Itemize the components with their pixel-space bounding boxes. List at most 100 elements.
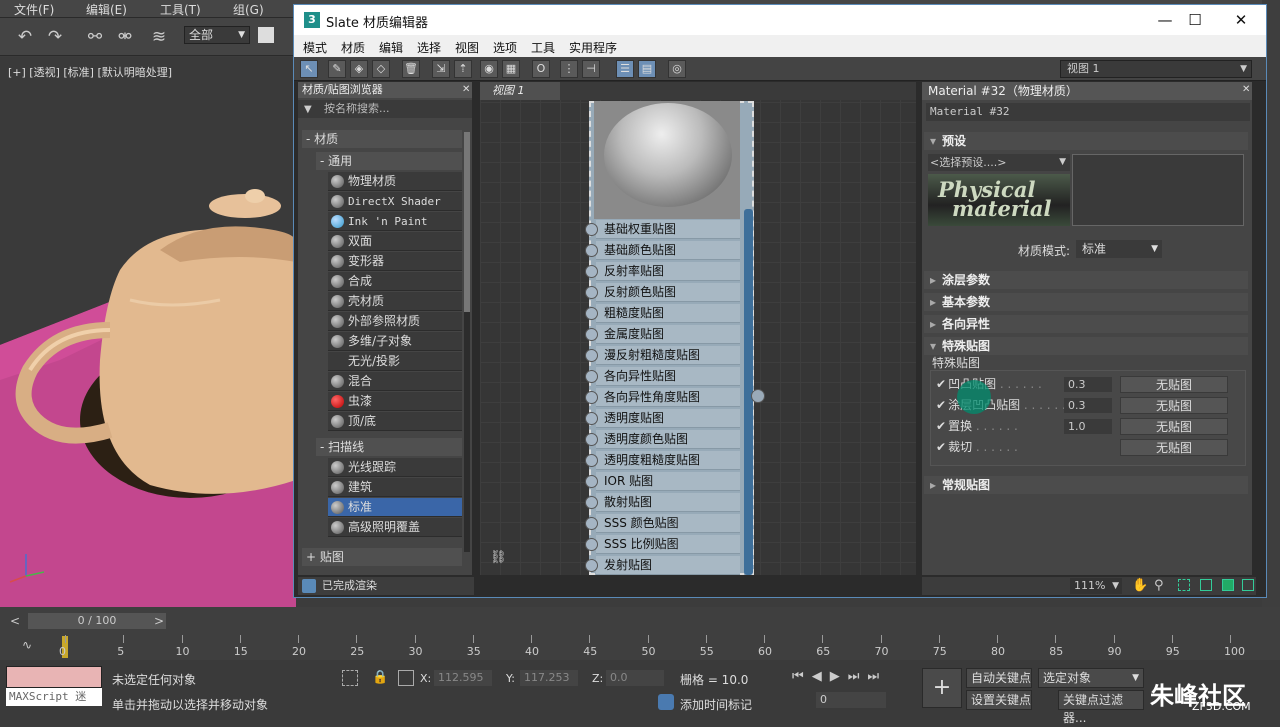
menu-group[interactable]: 组(G) <box>233 1 264 18</box>
list-item[interactable]: 高级照明覆盖 <box>328 518 462 537</box>
input-socket[interactable] <box>585 475 598 488</box>
undo-icon[interactable]: ↶ <box>14 26 36 48</box>
delete-icon[interactable]: 🗑 <box>402 60 420 78</box>
prev-frame-icon[interactable]: < <box>10 614 20 628</box>
map-slot[interactable]: 发射贴图 <box>596 556 740 575</box>
map-slot[interactable]: 反射率贴图 <box>596 262 740 281</box>
category-scanline[interactable]: - 扫描线 <box>316 438 462 456</box>
input-socket[interactable] <box>585 244 598 257</box>
menu-tools[interactable]: 工具 <box>531 39 555 56</box>
map-slot[interactable]: 基础权重贴图 <box>596 220 740 239</box>
map-slot[interactable]: SSS 比例贴图 <box>596 535 740 554</box>
input-socket[interactable] <box>585 496 598 509</box>
rollout-basic[interactable]: 基本参数 <box>924 293 1248 311</box>
list-item[interactable]: 壳材质 <box>328 292 462 311</box>
no-map-button[interactable]: 无贴图 <box>1120 376 1228 393</box>
playback-controls[interactable]: ⏮◀▶⏭⏭ <box>792 669 887 684</box>
close-icon[interactable]: ✕ <box>1226 9 1256 31</box>
input-socket[interactable] <box>585 538 598 551</box>
material-mode-dropdown[interactable]: 标准 ▼ <box>1076 240 1162 258</box>
maximize-viewport-icon[interactable] <box>1242 579 1254 591</box>
map-slot[interactable]: 反射颜色贴图 <box>596 283 740 302</box>
list-item-selected[interactable]: 标准 <box>328 498 462 517</box>
material-map-browser-toggle-icon[interactable]: ☰ <box>616 60 634 78</box>
list-item[interactable]: 顶/底 <box>328 412 462 431</box>
params-close-icon[interactable]: ✕ <box>1242 84 1250 95</box>
no-map-button[interactable]: 无贴图 <box>1120 439 1228 456</box>
bind-spacewarp-icon[interactable]: ≋ <box>148 26 170 48</box>
add-time-tag[interactable]: 添加时间标记 <box>680 696 752 713</box>
map-slot[interactable]: 散射贴图 <box>596 493 740 512</box>
menu-file[interactable]: 文件(F) <box>14 1 54 18</box>
eyedropper-icon[interactable]: ✎ <box>328 60 346 78</box>
map-enable-checkbox[interactable]: ✔ <box>936 419 946 433</box>
input-socket[interactable] <box>585 559 598 572</box>
listener-color-box[interactable] <box>6 666 102 688</box>
select-by-material-icon[interactable]: ◎ <box>668 60 686 78</box>
input-socket[interactable] <box>585 412 598 425</box>
view-selector-dropdown[interactable]: 视图 1 ▼ <box>1060 60 1252 78</box>
browser-close-icon[interactable]: ✕ <box>462 84 470 95</box>
assign-material-icon[interactable]: ◇ <box>372 60 390 78</box>
category-general[interactable]: - 通用 <box>316 152 462 170</box>
category-materials[interactable]: - 材质 <box>302 130 462 148</box>
key-filters-button[interactable]: 关键点过滤器... <box>1058 690 1144 725</box>
input-socket[interactable] <box>585 370 598 383</box>
layout-children-icon[interactable]: ⊣ <box>582 60 600 78</box>
material-name-field[interactable]: Material #32 <box>926 103 1250 121</box>
timeline-ruler[interactable]: 0 5 10 15 20 25 30 35 40 45 50 55 60 65 70 75 80 85 90 95 10… <box>55 635 1250 659</box>
preset-list[interactable] <box>1072 154 1244 226</box>
map-enable-checkbox[interactable]: ✔ <box>936 377 946 391</box>
menu-edit[interactable]: 编辑 <box>379 39 403 56</box>
map-amount-spinner[interactable]: 0.3 <box>1064 398 1112 413</box>
show-map-icon[interactable]: ◉ <box>480 60 498 78</box>
list-item[interactable]: DirectX Shader <box>328 192 462 211</box>
next-frame-icon[interactable]: > <box>154 614 164 628</box>
absolute-mode-icon[interactable] <box>398 670 414 686</box>
tab-view-1[interactable]: 视图 1 <box>480 82 560 100</box>
zoom-dropdown[interactable]: 111% ▼ <box>1070 578 1122 594</box>
preset-dropdown[interactable]: <选择预设....> ▼ <box>928 154 1070 171</box>
menu-options[interactable]: 选项 <box>493 39 517 56</box>
list-item[interactable]: 建筑 <box>328 478 462 497</box>
list-item[interactable]: 虫漆 <box>328 392 462 411</box>
map-slot[interactable]: 金属度贴图 <box>596 325 740 344</box>
sample-type-icon[interactable]: O <box>532 60 550 78</box>
zoom-icon[interactable]: ⚲ <box>1154 578 1164 593</box>
selection-filter-dropdown[interactable]: 全部 ▼ <box>184 26 250 44</box>
map-amount-spinner[interactable]: 1.0 <box>1064 419 1112 434</box>
rollout-presets[interactable]: 预设 <box>924 132 1248 150</box>
input-socket[interactable] <box>585 286 598 299</box>
input-socket[interactable] <box>585 454 598 467</box>
category-maps[interactable]: + 贴图 <box>302 548 462 566</box>
input-socket[interactable] <box>585 433 598 446</box>
rollout-coating[interactable]: 涂层参数 <box>924 271 1248 289</box>
maxscript-listener[interactable]: MAXScript 迷 <box>6 688 102 706</box>
menu-mode[interactable]: 模式 <box>303 39 327 56</box>
list-item[interactable]: 合成 <box>328 272 462 291</box>
list-item[interactable]: 无光/投影 <box>328 352 462 371</box>
link-icon[interactable]: ⚯ <box>84 26 106 48</box>
map-slot[interactable]: IOR 贴图 <box>596 472 740 491</box>
y-coordinate-field[interactable]: 117.253 <box>520 670 578 686</box>
put-material-icon[interactable]: ◈ <box>350 60 368 78</box>
time-tag-icon[interactable] <box>658 694 674 710</box>
list-item[interactable]: 光线跟踪 <box>328 458 462 477</box>
input-socket[interactable] <box>585 307 598 320</box>
list-item[interactable]: 物理材质 <box>328 172 462 191</box>
rollout-general-maps[interactable]: 常规贴图 <box>924 476 1248 494</box>
background-icon[interactable]: ▦ <box>502 60 520 78</box>
input-socket[interactable] <box>585 328 598 341</box>
minimize-icon[interactable]: — <box>1150 9 1180 31</box>
scrollbar-thumb[interactable] <box>464 132 470 312</box>
map-slot[interactable]: 基础颜色贴图 <box>596 241 740 260</box>
pan-icon[interactable]: ✋ <box>1132 578 1148 593</box>
map-slot[interactable]: 透明度贴图 <box>596 409 740 428</box>
map-enable-checkbox[interactable]: ✔ <box>936 398 946 412</box>
list-item[interactable]: 多维/子对象 <box>328 332 462 351</box>
select-object-icon[interactable] <box>258 27 274 43</box>
list-item[interactable]: 外部参照材质 <box>328 312 462 331</box>
map-slot[interactable]: 漫反射粗糙度贴图 <box>596 346 740 365</box>
rollout-special-maps[interactable]: 特殊贴图 <box>924 337 1248 355</box>
list-item[interactable]: 变形器 <box>328 252 462 271</box>
